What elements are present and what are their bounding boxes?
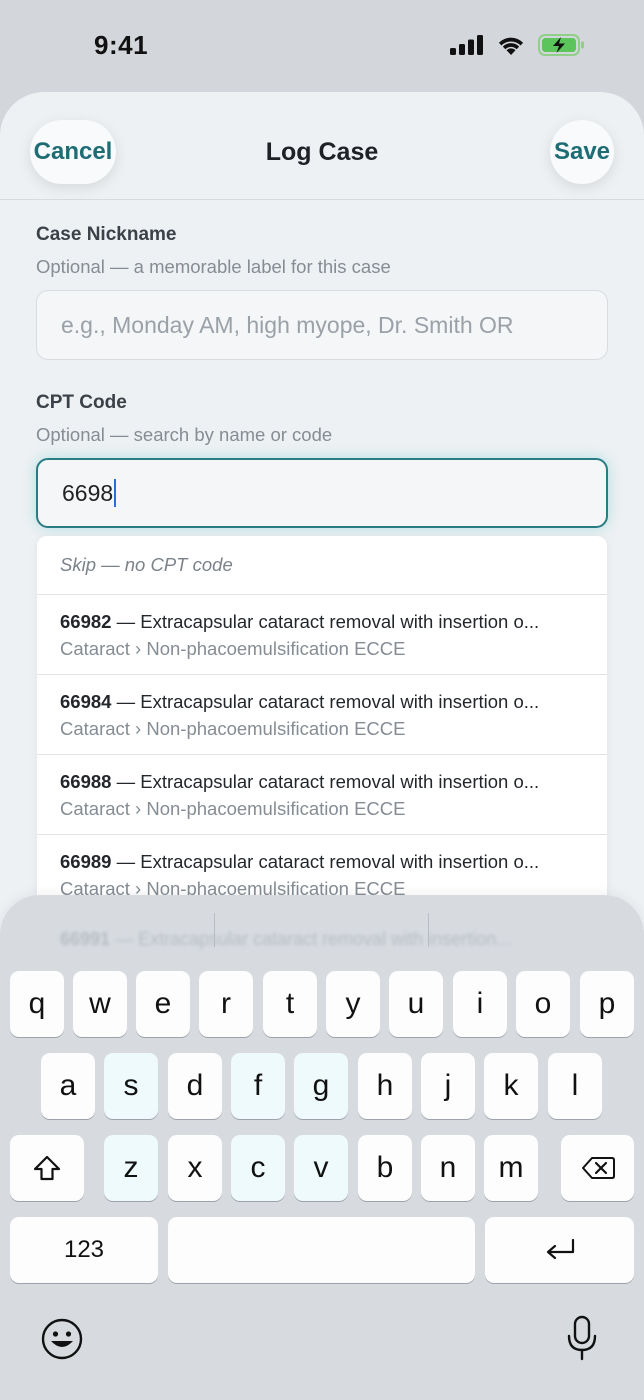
cpt-option-category: Cataract › Non-phacoemulsification ECCE <box>60 718 406 739</box>
nickname-placeholder: e.g., Monday AM, high myope, Dr. Smith O… <box>61 311 514 338</box>
key-e[interactable]: e <box>136 971 190 1037</box>
key-x[interactable]: x <box>168 1135 222 1201</box>
cpt-option-code: 66988 <box>60 771 112 792</box>
shift-key[interactable] <box>10 1135 84 1201</box>
key-r[interactable]: r <box>199 971 253 1037</box>
battery-charging-icon <box>538 34 586 61</box>
cpt-option-desc: — Extracapsular cataract removal with in… <box>111 771 540 792</box>
key-h[interactable]: h <box>358 1053 412 1119</box>
cpt-label: CPT Code <box>36 392 127 413</box>
key-c[interactable]: c <box>231 1135 285 1201</box>
status-time: 9:41 <box>94 30 149 60</box>
cpt-help: Optional — search by name or code <box>36 424 333 445</box>
software-keyboard: 66991 — Extracapsular cataract removal w… <box>0 895 644 1400</box>
status-icons <box>450 34 586 61</box>
key-n[interactable]: n <box>421 1135 475 1201</box>
key-b[interactable]: b <box>358 1135 412 1201</box>
cpt-option[interactable]: 66982 — Extracapsular cataract removal w… <box>37 595 607 675</box>
key-f[interactable]: f <box>231 1053 285 1119</box>
skip-cpt-option[interactable]: Skip — no CPT code <box>37 536 607 595</box>
key-m[interactable]: m <box>484 1135 538 1201</box>
key-s[interactable]: s <box>104 1053 158 1119</box>
obscured-code: 66991 <box>60 929 111 949</box>
wifi-icon <box>496 34 526 61</box>
cpt-option[interactable]: 66988 — Extracapsular cataract removal w… <box>37 755 607 835</box>
sheet-header: Cancel Log Case Save <box>0 92 644 200</box>
cpt-option[interactable]: 66984 — Extracapsular cataract removal w… <box>37 675 607 755</box>
key-q[interactable]: q <box>10 971 64 1037</box>
key-u[interactable]: u <box>389 971 443 1037</box>
cpt-input-value: 6698 <box>62 479 114 506</box>
cellular-signal-icon <box>450 35 484 60</box>
backspace-key[interactable] <box>561 1135 634 1201</box>
text-caret <box>114 479 117 507</box>
return-icon <box>544 1237 576 1263</box>
emoji-icon[interactable] <box>40 1317 84 1361</box>
cpt-option-desc: — Extracapsular cataract removal with in… <box>111 851 540 872</box>
nickname-help: Optional — a memorable label for this ca… <box>36 256 391 277</box>
nickname-label: Case Nickname <box>36 224 177 245</box>
key-l[interactable]: l <box>548 1053 602 1119</box>
key-w[interactable]: w <box>73 971 127 1037</box>
cpt-option-code: 66984 <box>60 691 112 712</box>
key-i[interactable]: i <box>453 971 507 1037</box>
return-key[interactable] <box>485 1217 634 1283</box>
cpt-option-code: 66982 <box>60 611 112 632</box>
cpt-option-category: Cataract › Non-phacoemulsification ECCE <box>60 798 406 819</box>
key-d[interactable]: d <box>168 1053 222 1119</box>
nickname-input[interactable]: e.g., Monday AM, high myope, Dr. Smith O… <box>36 290 608 360</box>
cpt-option[interactable]: 66989 — Extracapsular cataract removal w… <box>37 835 607 896</box>
cpt-option-category: Cataract › Non-phacoemulsification ECCE <box>60 878 406 896</box>
cpt-option-code: 66989 <box>60 851 112 872</box>
cpt-option-desc: — Extracapsular cataract removal with in… <box>111 691 540 712</box>
obscured-cpt-option: 66991 — Extracapsular cataract removal w… <box>60 929 511 950</box>
status-bar: 9:41 <box>0 0 644 92</box>
microphone-icon[interactable] <box>564 1315 600 1363</box>
cpt-option-category: Cataract › Non-phacoemulsification ECCE <box>60 638 406 659</box>
cpt-option-desc: — Extracapsular cataract removal with in… <box>111 611 540 632</box>
key-t[interactable]: t <box>263 971 317 1037</box>
cpt-search-input[interactable]: 6698 <box>36 458 608 528</box>
key-o[interactable]: o <box>516 971 570 1037</box>
key-y[interactable]: y <box>326 971 380 1037</box>
key-k[interactable]: k <box>484 1053 538 1119</box>
key-p[interactable]: p <box>580 971 634 1037</box>
shift-icon <box>32 1154 62 1182</box>
key-z[interactable]: z <box>104 1135 158 1201</box>
key-v[interactable]: v <box>294 1135 348 1201</box>
numbers-key[interactable]: 123 <box>10 1217 158 1283</box>
save-button[interactable]: Save <box>550 120 614 184</box>
cpt-suggestions-dropdown: Skip — no CPT code 66982 — Extracapsular… <box>37 536 607 896</box>
key-a[interactable]: a <box>41 1053 95 1119</box>
backspace-icon <box>581 1156 615 1180</box>
sheet-title: Log Case <box>265 138 379 166</box>
space-key[interactable] <box>168 1217 475 1283</box>
obscured-desc: — Extracapsular cataract removal with in… <box>115 929 512 949</box>
key-g[interactable]: g <box>294 1053 348 1119</box>
key-j[interactable]: j <box>421 1053 475 1119</box>
